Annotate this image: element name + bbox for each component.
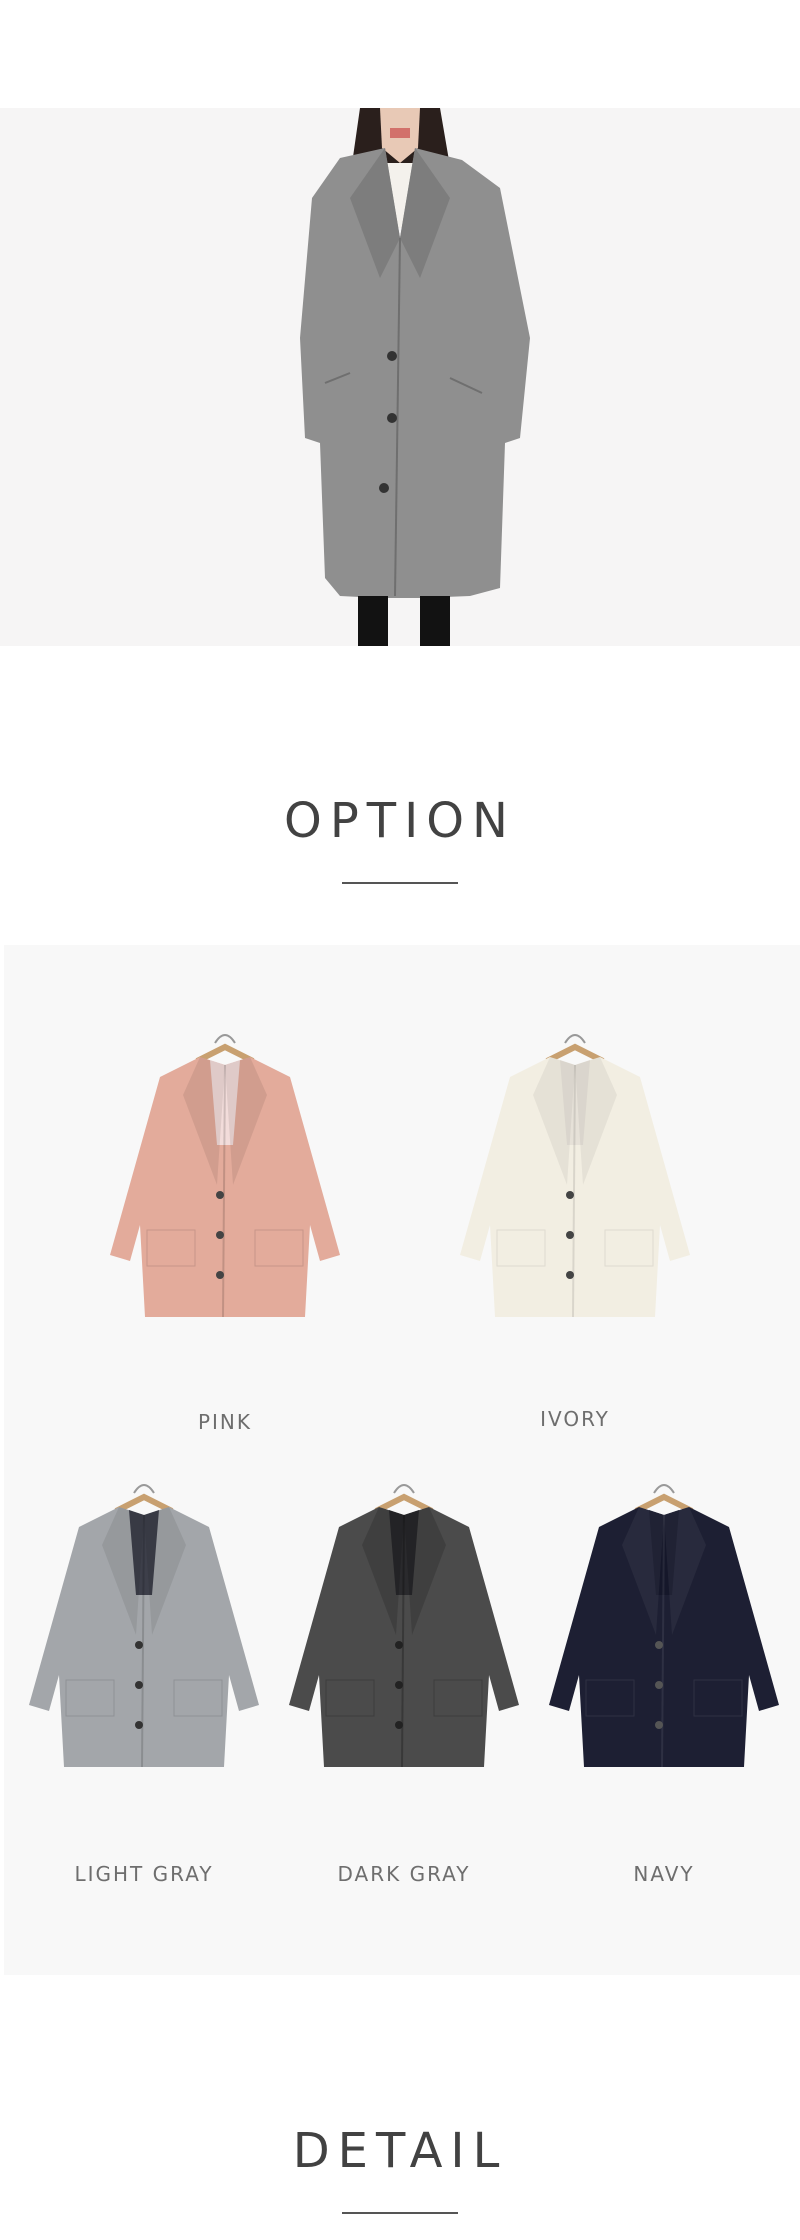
detail-heading-underline xyxy=(342,2212,458,2214)
hero-image xyxy=(0,108,800,646)
coat-ivory-image[interactable] xyxy=(455,1025,695,1325)
coat-dark-gray-image[interactable] xyxy=(284,1475,524,1775)
option-label-light-gray: LIGHT GRAY xyxy=(74,1862,214,1886)
option-label-navy: NAVY xyxy=(633,1862,695,1886)
coat-navy-image[interactable] xyxy=(544,1475,784,1775)
model-wearing-coat-illustration xyxy=(300,108,530,646)
option-heading-underline xyxy=(342,882,458,884)
option-label-ivory: IVORY xyxy=(540,1407,610,1431)
option-heading: OPTION xyxy=(284,793,516,849)
detail-heading: DETAIL xyxy=(292,2123,508,2179)
color-options-panel: PINK IVORY LIGHT GRAY DARK GRAY NAVY xyxy=(4,945,800,1975)
coat-light-gray-image[interactable] xyxy=(24,1475,264,1775)
option-label-dark-gray: DARK GRAY xyxy=(337,1862,471,1886)
option-label-pink: PINK xyxy=(197,1410,253,1434)
coat-pink-image[interactable] xyxy=(105,1025,345,1325)
